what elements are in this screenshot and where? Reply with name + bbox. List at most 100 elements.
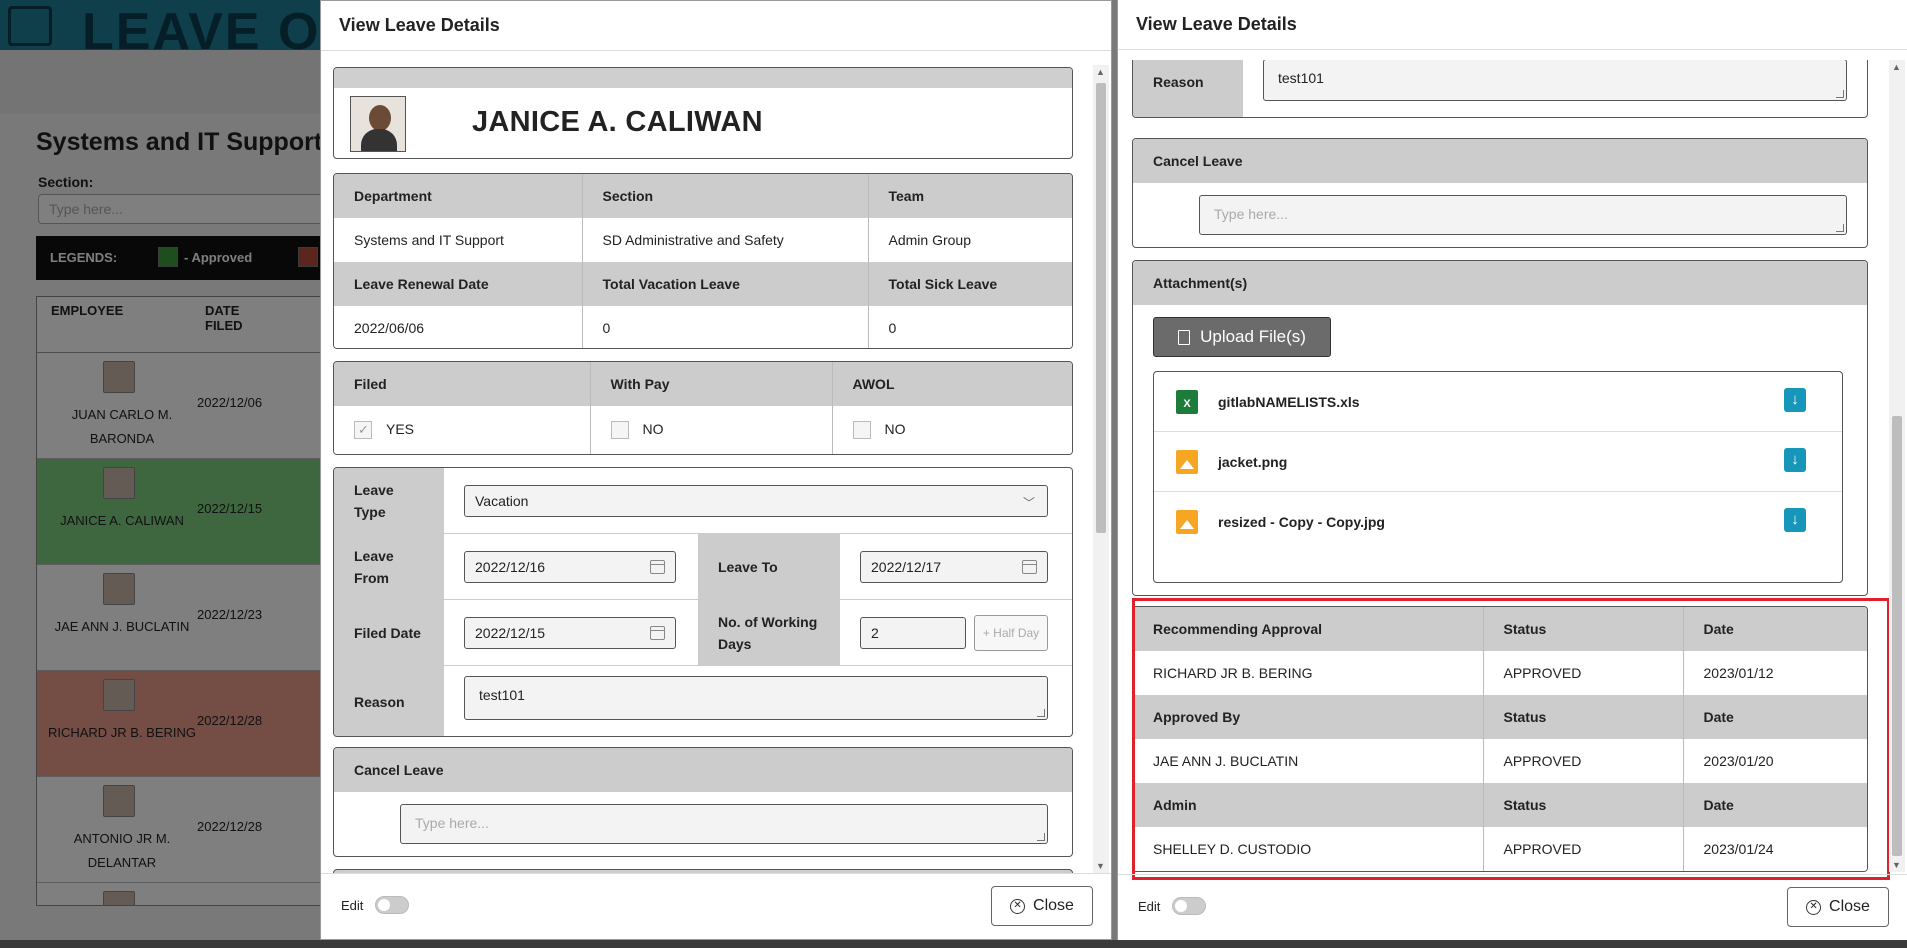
modal-title: View Leave Details	[321, 1, 1111, 51]
leave-dates-row: Leave From 2022/12/16 Leave To 2022/12/1…	[334, 534, 1072, 600]
cancel-reason-textarea[interactable]: Type here...	[1199, 195, 1847, 235]
vacation-leave-header: Total Vacation Leave	[582, 262, 869, 306]
sick-leave-value: 0	[868, 306, 1072, 348]
close-label: Close	[1829, 898, 1870, 915]
resize-handle-icon[interactable]	[1836, 224, 1844, 232]
close-label: Close	[1033, 897, 1074, 914]
calendar-icon[interactable]	[650, 560, 665, 574]
chevron-down-icon: ﹀	[1022, 496, 1035, 510]
leave-from-value: 2022/12/16	[475, 559, 546, 575]
working-days-input[interactable]: 2	[860, 617, 966, 649]
modal-scrollbar[interactable]: ▲ ▼	[1889, 60, 1905, 872]
file-name: gitlabNAMELISTS.xls	[1218, 394, 1360, 410]
edit-toggle[interactable]	[1172, 897, 1206, 915]
modal-body: JANICE A. CALIWAN Department Section Tea…	[333, 65, 1093, 873]
cancel-leave-header: Cancel Leave	[334, 748, 1072, 792]
file-name: resized - Copy - Copy.jpg	[1218, 514, 1385, 530]
leave-details-modal-left: View Leave Details JANICE A. CALIWAN Dep…	[320, 0, 1112, 940]
upload-label: Upload File(s)	[1200, 327, 1306, 346]
close-button[interactable]: ✕ Close	[1787, 887, 1889, 927]
attachment-list: X gitlabNAMELISTS.xls ↓ jacket.png ↓ res…	[1153, 371, 1843, 583]
filed-date-input[interactable]: 2022/12/15	[464, 617, 676, 649]
image-file-icon	[1176, 450, 1198, 474]
team-header: Team	[868, 174, 1072, 218]
employee-name: JANICE A. CALIWAN	[472, 106, 763, 138]
scroll-up-icon[interactable]: ▲	[1096, 67, 1105, 77]
calendar-icon[interactable]	[1022, 560, 1037, 574]
modal-scrollbar[interactable]: ▲ ▼	[1093, 65, 1109, 873]
reason-textarea[interactable]: test101	[1263, 60, 1847, 101]
reason-card: Reason test101	[1132, 60, 1868, 118]
taskbar-strip	[0, 940, 1907, 948]
filed-header: Filed	[334, 362, 591, 406]
upload-files-button[interactable]: Upload File(s)	[1153, 317, 1331, 357]
with-pay-value: NO	[642, 420, 664, 437]
scroll-thumb[interactable]	[1892, 416, 1902, 856]
download-icon[interactable]: ↓	[1784, 508, 1806, 532]
half-day-button[interactable]: + Half Day	[974, 615, 1048, 651]
awol-checkbox[interactable]	[852, 421, 871, 440]
attachment-item[interactable]: resized - Copy - Copy.jpg ↓	[1154, 492, 1842, 552]
section-value: SD Administrative and Safety	[582, 218, 869, 262]
leave-type-select[interactable]: Vacation ﹀	[464, 485, 1048, 517]
attachments-card: Attachment(s) Upload File(s) X gitlabNAM…	[1132, 260, 1868, 596]
resize-handle-icon[interactable]	[1037, 833, 1045, 841]
cancel-placeholder: Type here...	[1214, 206, 1288, 222]
leave-type-row: Leave Type Vacation ﹀	[334, 468, 1072, 534]
file-upload-icon	[1178, 329, 1191, 345]
modal-footer: Edit ✕ Close	[321, 873, 1111, 939]
renewal-date-header: Leave Renewal Date	[334, 262, 583, 306]
filed-date-label: Filed Date	[334, 600, 444, 665]
calendar-icon[interactable]	[650, 626, 665, 640]
edit-label: Edit	[1138, 899, 1161, 914]
leave-to-label: Leave To	[698, 534, 840, 599]
resize-handle-icon[interactable]	[1037, 709, 1045, 717]
leave-type-label: Leave Type	[334, 468, 444, 533]
scroll-thumb[interactable]	[1096, 83, 1106, 533]
leave-from-label: Leave From	[334, 534, 444, 599]
profile-card: JANICE A. CALIWAN	[333, 67, 1073, 159]
excel-file-icon: X	[1176, 390, 1198, 414]
reason-textarea[interactable]: test101	[464, 676, 1048, 720]
leave-form-card: Leave Type Vacation ﹀ Leave From 2022/12…	[333, 467, 1073, 737]
reason-row: Reason test101	[334, 666, 1072, 736]
cancel-reason-textarea[interactable]: Type here...	[400, 804, 1048, 844]
close-button[interactable]: ✕ Close	[991, 886, 1093, 926]
department-header: Department	[334, 174, 583, 218]
close-icon: ✕	[1010, 898, 1026, 914]
profile-strip	[334, 68, 1072, 88]
edit-label: Edit	[341, 898, 364, 913]
reason-value: test101	[479, 687, 525, 703]
attachment-item[interactable]: X gitlabNAMELISTS.xls ↓	[1154, 372, 1842, 432]
edit-toggle[interactable]	[375, 896, 409, 914]
scroll-up-icon[interactable]: ▲	[1892, 62, 1901, 72]
approval-highlight-box	[1132, 598, 1890, 880]
with-pay-checkbox[interactable]	[610, 421, 629, 440]
cancel-leave-header: Cancel Leave	[1133, 139, 1867, 183]
info-card: Department Section Team Systems and IT S…	[333, 173, 1073, 349]
cancel-placeholder: Type here...	[415, 815, 489, 831]
working-days-label: No. of Working Days	[698, 600, 840, 665]
filed-value: YES	[386, 420, 415, 437]
leave-to-input[interactable]: 2022/12/17	[860, 551, 1048, 583]
flags-table: Filed With Pay AWOL YES NO NO	[334, 362, 1072, 454]
renewal-date-value: 2022/06/06	[334, 306, 583, 348]
scroll-down-icon[interactable]: ▼	[1892, 860, 1901, 870]
attachments-header: Attachment(s)	[1133, 261, 1867, 305]
resize-handle-icon[interactable]	[1836, 90, 1844, 98]
reason-value: test101	[1278, 70, 1324, 86]
leave-to-value: 2022/12/17	[871, 559, 942, 575]
flags-card: Filed With Pay AWOL YES NO NO	[333, 361, 1073, 455]
sick-leave-header: Total Sick Leave	[868, 262, 1072, 306]
filed-date-row: Filed Date 2022/12/15 No. of Working Day…	[334, 600, 1072, 666]
download-icon[interactable]: ↓	[1784, 448, 1806, 472]
filed-checkbox[interactable]	[354, 421, 372, 440]
section-header: Section	[582, 174, 869, 218]
download-icon[interactable]: ↓	[1784, 388, 1806, 412]
awol-header: AWOL	[832, 362, 1072, 406]
info-table: Department Section Team Systems and IT S…	[334, 174, 1072, 348]
department-value: Systems and IT Support	[334, 218, 583, 262]
scroll-down-icon[interactable]: ▼	[1096, 861, 1105, 871]
leave-from-input[interactable]: 2022/12/16	[464, 551, 676, 583]
attachment-item[interactable]: jacket.png ↓	[1154, 432, 1842, 492]
